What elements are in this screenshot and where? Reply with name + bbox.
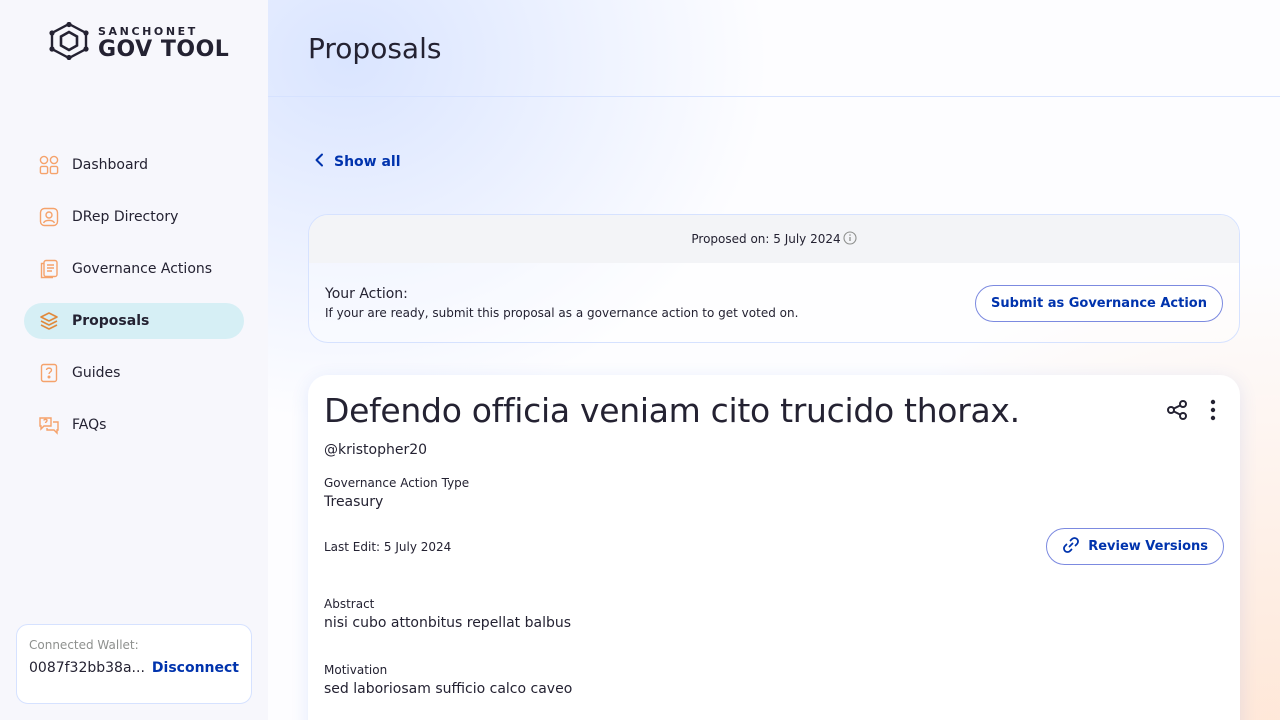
abstract-label: Abstract — [324, 597, 375, 611]
your-action-title: Your Action: — [325, 286, 408, 302]
sidebar-item-label: Proposals — [72, 313, 150, 329]
sidebar-item-label: FAQs — [72, 417, 107, 433]
sidebar: SANCHONET GOV TOOL Dashboard DRep Direct… — [0, 0, 268, 720]
abstract-value: nisi cubo attonbitus repellat balbus — [324, 615, 572, 631]
show-all-label: Show all — [334, 154, 401, 170]
governance-actions-icon — [38, 258, 60, 280]
proposed-on-bar: Proposed on: 5 July 2024 — [309, 215, 1239, 263]
motivation-value: sed laboriosam sufficio calco caveo — [324, 681, 573, 697]
connected-wallet-panel: Connected Wallet: 0087f32bb38a... Discon… — [16, 624, 252, 704]
sidebar-item-governance-actions[interactable]: Governance Actions — [24, 251, 244, 287]
review-versions-button[interactable]: Review Versions — [1046, 528, 1224, 565]
sidebar-nav: Dashboard DRep Directory Governance Acti… — [24, 147, 244, 459]
proposal-card: Defendo officia veniam cito trucido thor… — [308, 375, 1240, 720]
wallet-address: 0087f32bb38a... — [29, 660, 145, 676]
review-versions-label: Review Versions — [1088, 539, 1208, 554]
proposal-author[interactable]: @kristopher20 — [324, 442, 1224, 458]
guides-icon — [38, 362, 60, 384]
link-icon — [1062, 536, 1080, 558]
logo-subtitle: SANCHONET — [98, 24, 198, 38]
submit-action-panel: Proposed on: 5 July 2024 Your Action: If… — [308, 214, 1240, 343]
sidebar-item-label: Guides — [72, 365, 121, 381]
top-bar: Proposals — [268, 0, 1280, 97]
last-edit-text: Last Edit: 5 July 2024 — [324, 539, 452, 554]
faqs-icon — [38, 414, 60, 436]
info-icon[interactable] — [843, 230, 857, 248]
sidebar-item-label: Dashboard — [72, 157, 148, 173]
sidebar-item-guides[interactable]: Guides — [24, 355, 244, 391]
disconnect-button[interactable]: Disconnect — [152, 660, 239, 676]
governance-action-type-value: Treasury — [324, 494, 384, 510]
more-options-icon[interactable] — [1210, 399, 1216, 421]
show-all-link[interactable]: Show all — [314, 153, 401, 171]
gov-tool-logo-icon — [48, 21, 90, 64]
logo-title: GOV TOOL — [98, 36, 230, 62]
sidebar-item-label: DRep Directory — [72, 209, 179, 225]
app-logo[interactable]: SANCHONET GOV TOOL — [48, 21, 230, 64]
governance-action-type-label: Governance Action Type — [324, 476, 470, 490]
share-icon[interactable] — [1166, 399, 1188, 421]
proposed-on-text: Proposed on: 5 July 2024 — [691, 232, 841, 246]
sidebar-item-label: Governance Actions — [72, 261, 213, 277]
sidebar-item-proposals[interactable]: Proposals — [24, 303, 244, 339]
submit-governance-action-button[interactable]: Submit as Governance Action — [975, 284, 1223, 322]
chevron-left-icon — [314, 153, 324, 171]
sidebar-item-dashboard[interactable]: Dashboard — [24, 147, 244, 183]
motivation-label: Motivation — [324, 663, 388, 677]
proposal-title: Defendo officia veniam cito trucido thor… — [324, 391, 1020, 430]
sidebar-item-drep-directory[interactable]: DRep Directory — [24, 199, 244, 235]
proposals-icon — [38, 310, 60, 332]
page-title: Proposals — [308, 31, 442, 65]
main-content: Proposals Show all Proposed on: 5 July 2… — [268, 0, 1280, 720]
sidebar-item-faqs[interactable]: FAQs — [24, 407, 244, 443]
wallet-label: Connected Wallet: — [29, 638, 139, 652]
your-action-description: If your are ready, submit this proposal … — [325, 306, 799, 320]
dashboard-icon — [38, 154, 60, 176]
drep-directory-icon — [38, 206, 60, 228]
